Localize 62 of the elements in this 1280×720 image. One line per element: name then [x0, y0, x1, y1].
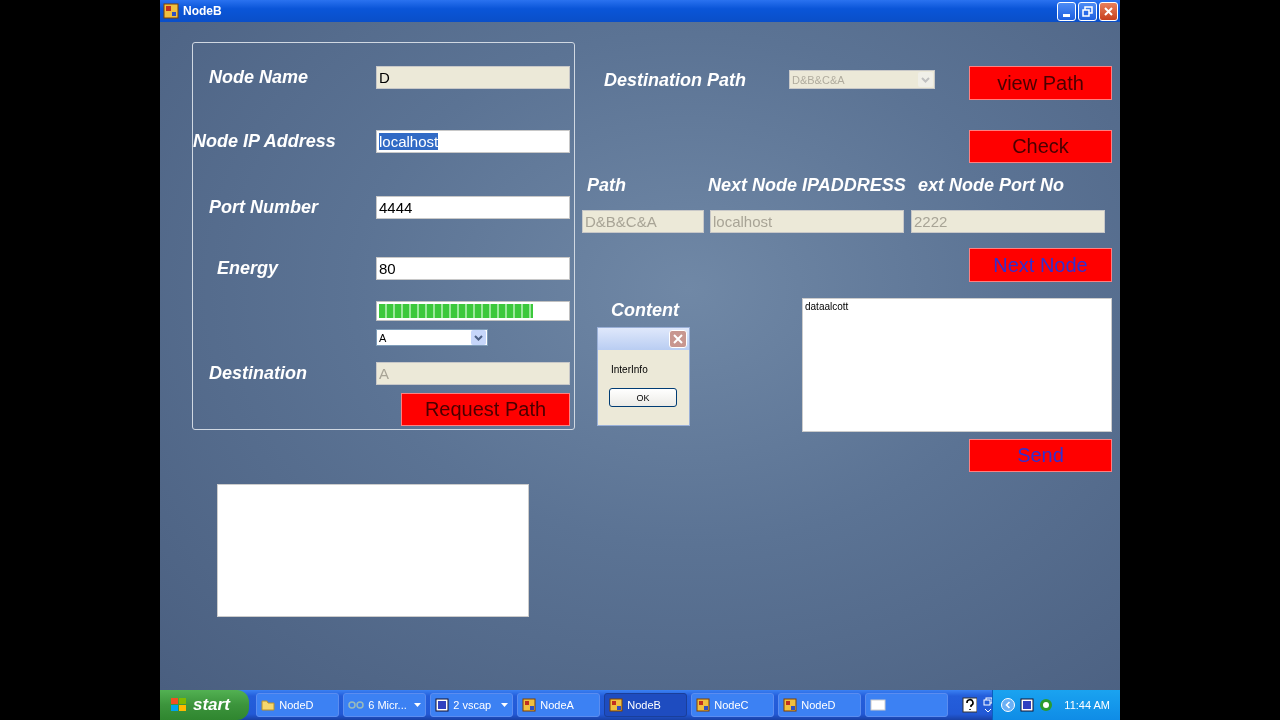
glasses-icon — [348, 701, 365, 709]
text-field[interactable]: 80 — [376, 257, 570, 280]
windows-logo-icon — [170, 697, 188, 713]
send-button[interactable]: Send — [969, 439, 1112, 472]
field-label: Port Number — [208, 197, 320, 218]
restore-icon[interactable] — [983, 697, 993, 713]
taskbar-button[interactable]: 6 Micr... — [343, 693, 427, 717]
window-icon[interactable] — [1020, 698, 1035, 712]
form-icon — [522, 698, 537, 712]
record-icon[interactable] — [1039, 698, 1054, 712]
text-field[interactable]: 4444 — [376, 196, 570, 219]
next-node-button[interactable]: Next Node — [969, 248, 1112, 282]
close-icon — [1103, 5, 1114, 17]
close-button[interactable] — [1099, 1, 1118, 21]
minimize-button[interactable] — [1057, 1, 1076, 21]
window-icon — [870, 699, 887, 711]
dialog-message: InterInfo — [611, 364, 649, 375]
field-label: Energy — [216, 258, 280, 279]
text-field[interactable]: D&B&C&A — [582, 210, 704, 233]
caret-icon — [414, 703, 422, 707]
path-dropdown[interactable]: D&B&C&A — [789, 70, 935, 89]
help-icon[interactable] — [962, 697, 978, 713]
restore-button[interactable] — [1078, 1, 1097, 21]
content-label: Content — [611, 300, 681, 321]
text-field[interactable]: D — [376, 66, 570, 89]
caret-icon — [501, 703, 509, 707]
taskbar-button[interactable]: NodeC — [691, 693, 775, 717]
close-button[interactable] — [669, 330, 687, 348]
taskbar-button[interactable] — [865, 693, 949, 717]
folder-icon — [261, 699, 276, 711]
field-label: Node Name — [208, 67, 310, 88]
taskbar-button[interactable]: NodeB — [604, 693, 688, 717]
column-label: ext Node Port No — [918, 175, 1065, 196]
window-title: NodeB — [183, 4, 223, 18]
column-label: Next Node IPADDRESS — [708, 175, 907, 196]
window-icon — [435, 698, 450, 712]
field-label: Destination Path — [603, 70, 747, 91]
restore-icon — [1082, 5, 1093, 17]
text-field[interactable]: localhost — [376, 130, 570, 153]
check-button[interactable]: Check — [969, 130, 1112, 163]
start-button[interactable]: start — [160, 690, 250, 720]
view-path-button[interactable]: view Path — [969, 66, 1112, 100]
minimize-icon — [1063, 13, 1070, 17]
ok-button[interactable]: OK — [609, 388, 677, 407]
form-icon — [783, 698, 798, 712]
taskbar-button[interactable]: NodeA — [517, 693, 601, 717]
form-icon — [696, 698, 711, 712]
text-field[interactable]: localhost — [710, 210, 904, 233]
taskbar-button[interactable]: NodeD — [778, 693, 862, 717]
field-label: Node IP Address — [193, 131, 337, 152]
content-text-area[interactable]: dataalcott — [802, 298, 1112, 432]
text-field[interactable]: 2222 — [911, 210, 1105, 233]
form-icon — [609, 698, 624, 712]
field-label: Destination — [208, 363, 308, 384]
taskbar-button[interactable]: NodeD — [256, 693, 340, 717]
request-path-button[interactable]: Request Path — [401, 393, 570, 426]
close-icon — [673, 334, 683, 344]
clock: 11:44 AM — [1064, 699, 1110, 711]
destination-dropdown[interactable]: A — [376, 329, 488, 346]
column-label: Path — [586, 175, 627, 196]
taskbar-button[interactable]: 2 vscap — [430, 693, 514, 717]
form-icon — [163, 3, 179, 19]
